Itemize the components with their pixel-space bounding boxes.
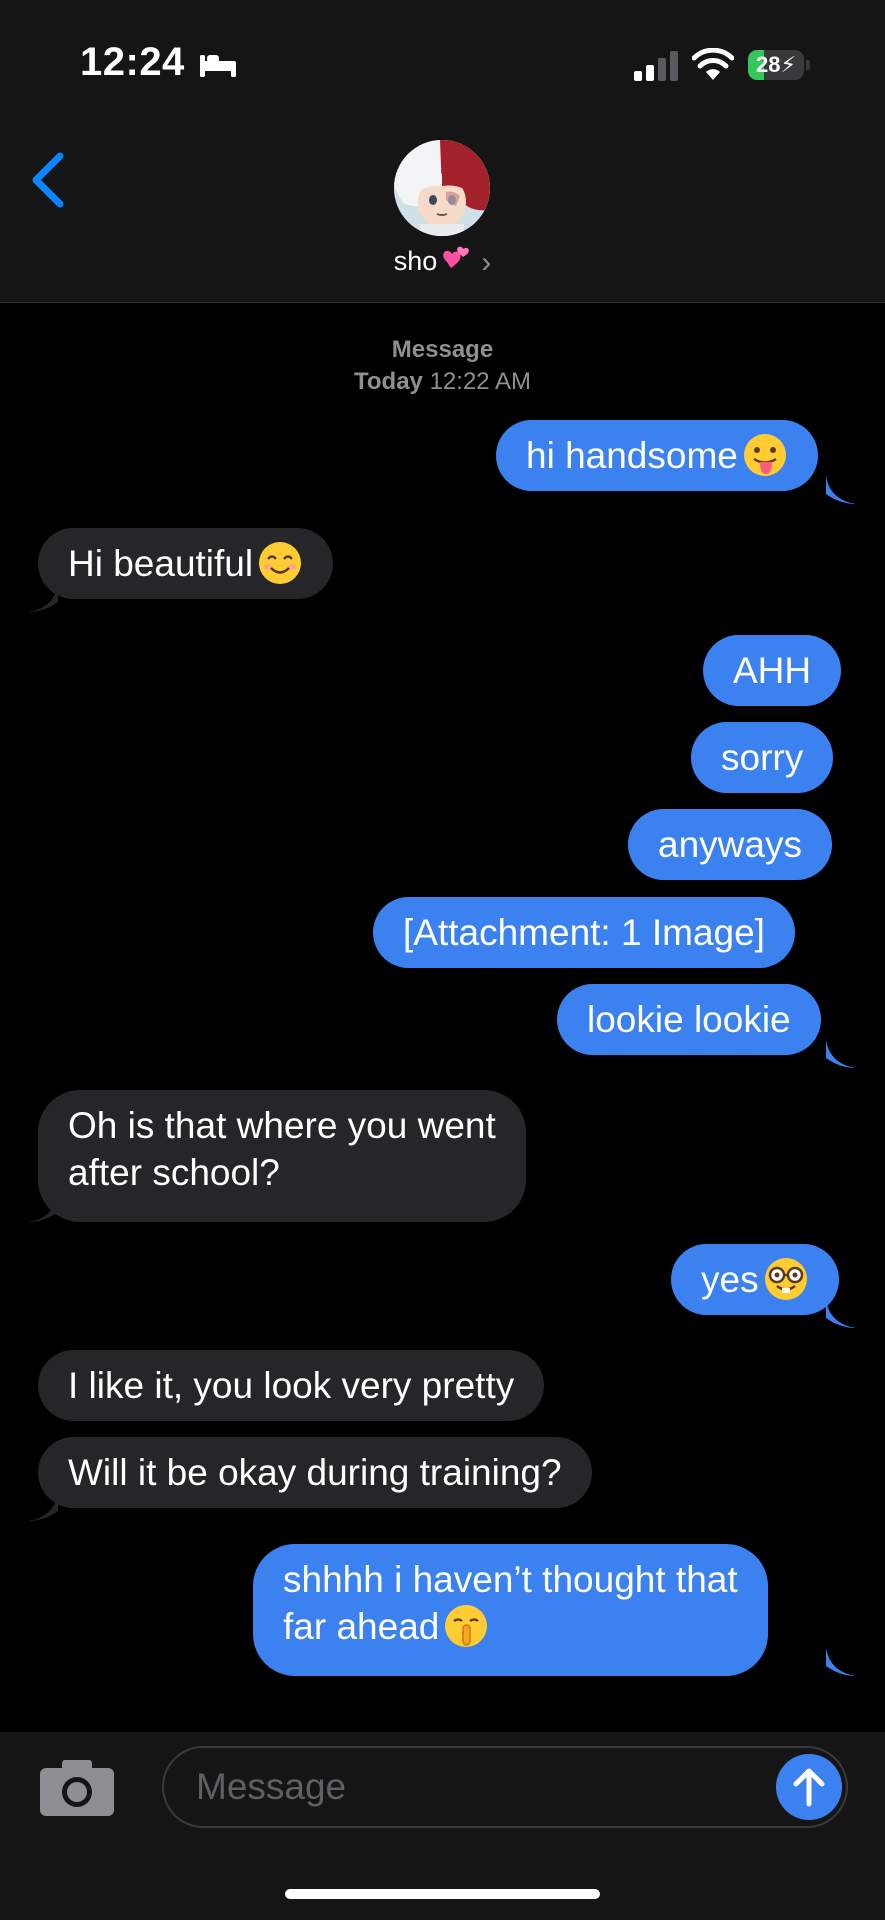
message-bubble-outgoing[interactable]: hi handsome [496,420,818,491]
battery-indicator: 28⚡ [748,50,810,80]
bubble-tail [826,1648,856,1676]
message-bubble-outgoing[interactable]: sorry [691,722,834,793]
time-label: 12:22 AM [429,368,531,395]
message-text: AHH [733,650,812,691]
service-label: Message [391,336,494,363]
battery-percent: 28⚡ [756,52,796,77]
contact-avatar[interactable] [394,140,490,236]
message-bubble-incoming[interactable]: Will it be okay during training? [38,1437,592,1508]
message-bubble-outgoing[interactable]: [Attachment: 1 Image] [373,897,795,968]
message-bubble-incoming[interactable]: Oh is that where you went after school? [38,1090,526,1222]
nerd-face-emoji [764,1258,807,1300]
message-bubble-outgoing[interactable]: anyways [628,809,832,880]
tongue-face-emoji [743,434,786,476]
message-text: anyways [658,824,802,865]
shushing-face-emoji [445,1605,488,1647]
chevron-right-icon: › [481,246,492,279]
bubble-tail [826,1300,856,1328]
home-indicator[interactable] [285,1889,600,1899]
smiling-face-emoji [259,542,302,584]
cellular-signal-icon [634,51,678,81]
date-label: Today [354,368,423,395]
message-bubble-incoming[interactable]: Hi beautiful [38,528,334,599]
send-button[interactable] [776,1754,842,1820]
charging-bolt-icon: ⚡ [780,52,796,77]
message-text-line: far ahead [283,1606,440,1647]
bed-icon [200,55,236,77]
two-hearts-emoji [443,246,470,268]
message-text: yes [701,1259,759,1300]
bubble-tail [826,476,856,504]
message-bubble-outgoing[interactable]: AHH [703,635,842,706]
message-text: [Attachment: 1 Image] [403,912,765,953]
message-input[interactable] [162,1746,848,1828]
message-text: hi handsome [526,435,738,476]
bubble-tail [28,584,58,612]
message-text: Will it be okay during training? [68,1452,562,1493]
status-time: 12:24 [80,40,185,84]
wifi-icon [692,48,734,80]
message-text-line: after school? [68,1152,280,1193]
bubble-tail [826,1040,856,1068]
thread-timestamp: Message Today 12:22 AM [0,334,885,398]
messages-screen: 12:24 28⚡ sho › Message Today 12:22 AM h… [0,0,885,1920]
contact-name-button[interactable]: sho › [0,244,885,280]
header-divider [0,302,885,303]
contact-name: sho [393,246,438,276]
message-bubble-outgoing[interactable]: lookie lookie [557,984,821,1055]
message-text: sorry [721,737,804,778]
anime-avatar-image [394,140,490,236]
message-bubble-outgoing[interactable]: shhhh i haven’t thought that far ahead [253,1544,768,1676]
message-text: Hi beautiful [68,543,254,584]
message-text-line: shhhh i haven’t thought that [283,1559,738,1600]
bubble-tail [28,1194,58,1222]
arrow-up-icon [793,1768,825,1807]
message-text: I like it, you look very pretty [68,1365,515,1406]
message-bubble-outgoing[interactable]: yes [671,1244,839,1315]
message-text-line: Oh is that where you went [68,1105,496,1146]
back-button[interactable] [24,150,74,210]
message-bubble-incoming[interactable]: I like it, you look very pretty [38,1350,545,1421]
bubble-tail [28,1493,58,1521]
camera-button[interactable] [38,1756,116,1818]
message-text: lookie lookie [587,999,791,1040]
